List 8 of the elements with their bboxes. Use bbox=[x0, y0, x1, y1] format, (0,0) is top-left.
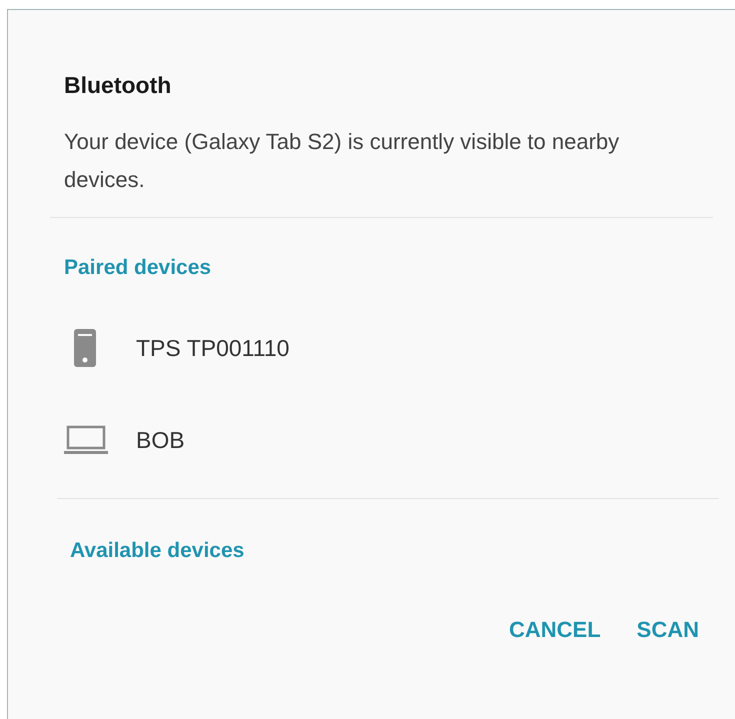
dialog-message: Your device (Galaxy Tab S2) is currently visible to nearby devices. bbox=[64, 128, 620, 194]
section-header: Paired devices bbox=[64, 256, 212, 280]
laptop-icon bbox=[64, 425, 108, 455]
section-header: Available devices bbox=[70, 539, 246, 563]
device-name[interactable]: TPS TP001110 bbox=[136, 334, 290, 362]
phone-icon bbox=[74, 329, 96, 367]
device-name[interactable]: BOB bbox=[136, 426, 185, 454]
dialog-title: Bluetooth bbox=[64, 72, 172, 99]
